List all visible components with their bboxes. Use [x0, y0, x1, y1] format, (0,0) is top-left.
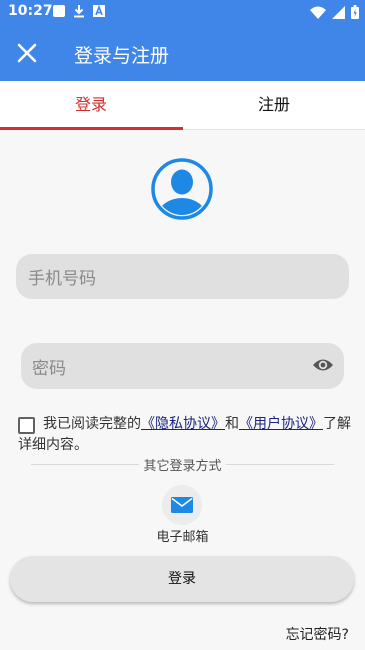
password-placeholder: 密码: [32, 358, 66, 379]
avatar-icon: [151, 158, 213, 220]
agreement-checkbox[interactable]: [18, 417, 35, 434]
forgot-password-link[interactable]: 忘记密码?: [286, 624, 349, 644]
email-login-label: 电子邮箱: [156, 530, 209, 545]
tab-login[interactable]: 登录: [0, 81, 182, 130]
agreement-row: 我已阅读完整的《隐私协议》和《用户协议》了解 详细内容。: [18, 414, 360, 456]
other-login-title: 其它登录方式: [0, 455, 365, 474]
close-icon[interactable]: [14, 40, 40, 66]
tab-register[interactable]: 注册: [183, 81, 365, 130]
wifi-icon: [310, 6, 326, 19]
agreement-and: 和: [225, 416, 239, 432]
square-icon: [53, 5, 65, 17]
status-time: 10:27: [8, 3, 53, 19]
app-bar: 登录与注册: [0, 24, 365, 81]
system-icons: [310, 5, 359, 19]
phone-input[interactable]: 手机号码: [16, 254, 349, 299]
agreement-prefix: 我已阅读完整的: [43, 416, 141, 432]
battery-icon: [351, 5, 359, 19]
download-icon: [74, 5, 84, 18]
other-login-label: 其它登录方式: [139, 459, 226, 474]
privacy-link[interactable]: 《隐私协议》: [141, 416, 225, 432]
signal-icon: [332, 5, 345, 19]
agreement-line2: 详细内容。: [18, 437, 88, 453]
page-title: 登录与注册: [74, 45, 170, 67]
eye-icon[interactable]: [312, 357, 334, 373]
email-login-button[interactable]: [162, 485, 202, 525]
agreement-text: 我已阅读完整的《隐私协议》和《用户协议》了解: [18, 414, 360, 435]
phone-placeholder: 手机号码: [28, 269, 96, 289]
login-button[interactable]: 登录: [10, 556, 354, 602]
status-bar: 10:27: [0, 0, 365, 24]
mail-icon: [171, 497, 193, 513]
agreement-suffix: 了解: [323, 416, 351, 432]
password-input[interactable]: 密码: [21, 343, 344, 389]
user-agreement-link[interactable]: 《用户协议》: [239, 416, 323, 432]
tab-indicator: [0, 127, 183, 130]
tab-bar: 登录 注册: [0, 81, 365, 130]
font-icon: [93, 4, 105, 17]
notification-icons: [52, 4, 106, 18]
